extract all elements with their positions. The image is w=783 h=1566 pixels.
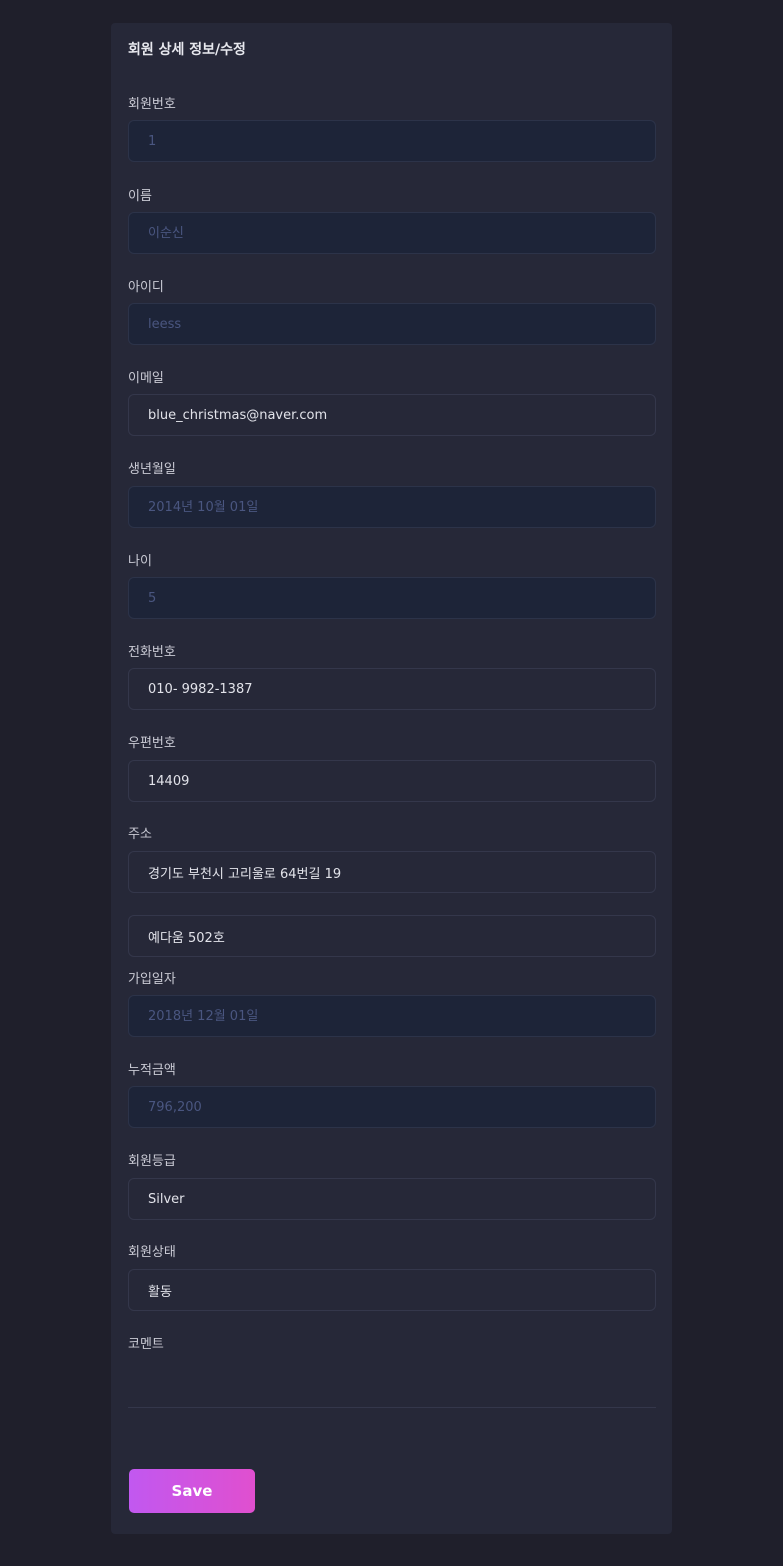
address-detail-field[interactable] xyxy=(128,915,656,957)
birthdate-label: 생년월일 xyxy=(128,462,176,477)
comment-label: 코멘트 xyxy=(128,1337,164,1352)
grade-field[interactable] xyxy=(128,1178,656,1220)
save-button[interactable]: Save xyxy=(129,1469,255,1513)
grade-label: 회원등급 xyxy=(128,1154,176,1169)
comment-underline xyxy=(128,1407,656,1408)
zipcode-label: 우편번호 xyxy=(128,736,176,751)
address-field[interactable] xyxy=(128,851,656,893)
address-label: 주소 xyxy=(128,827,152,842)
user-id-label: 아이디 xyxy=(128,280,164,295)
member-no-label: 회원번호 xyxy=(128,97,176,112)
name-label: 이름 xyxy=(128,189,152,204)
phone-field[interactable] xyxy=(128,668,656,710)
phone-label: 전화번호 xyxy=(128,645,176,660)
status-field[interactable] xyxy=(128,1269,656,1311)
zipcode-field[interactable] xyxy=(128,760,656,802)
page-title: 회원 상세 정보/수정 xyxy=(128,42,246,58)
email-field[interactable] xyxy=(128,394,656,436)
join-date-label: 가입일자 xyxy=(128,972,176,987)
total-amount-label: 누적금액 xyxy=(128,1063,176,1078)
join-date-field[interactable] xyxy=(128,995,656,1037)
name-field[interactable] xyxy=(128,212,656,254)
total-amount-field[interactable] xyxy=(128,1086,656,1128)
age-field[interactable] xyxy=(128,577,656,619)
comment-textarea[interactable] xyxy=(128,1363,656,1405)
user-id-field[interactable] xyxy=(128,303,656,345)
birthdate-field[interactable] xyxy=(128,486,656,528)
status-label: 회원상태 xyxy=(128,1245,176,1260)
member-no-field[interactable] xyxy=(128,120,656,162)
email-label: 이메일 xyxy=(128,371,164,386)
member-detail-card: 회원 상세 정보/수정 회원번호 이름 아이디 이메일 생년월일 나이 전화번호… xyxy=(111,23,672,1534)
age-label: 나이 xyxy=(128,554,152,569)
